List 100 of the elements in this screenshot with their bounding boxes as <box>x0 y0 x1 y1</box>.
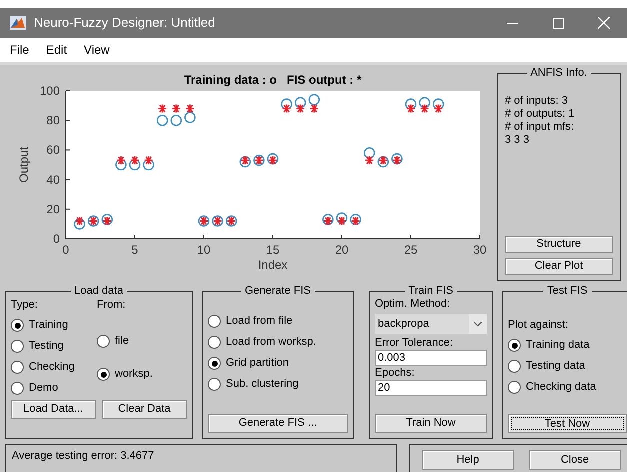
radio-option[interactable]: Load from worksp. <box>208 332 348 353</box>
circle-marker <box>419 97 430 108</box>
asterisk-marker <box>269 156 277 165</box>
test-button[interactable]: Test Now <box>508 414 627 433</box>
tick-label: 5 <box>132 243 138 257</box>
group-title: Test FIS <box>546 285 589 297</box>
circle-marker <box>405 98 417 110</box>
tick-label: 40 <box>46 172 60 187</box>
load-button[interactable]: Load Data... <box>11 400 96 419</box>
circle-marker <box>432 98 444 110</box>
asterisk-marker <box>366 156 374 165</box>
circle-marker <box>240 156 252 168</box>
circle-marker <box>336 212 348 224</box>
circle-marker <box>392 153 403 165</box>
asterisk-marker <box>172 104 180 113</box>
method-label: Optim. Method: <box>375 297 452 311</box>
circle-marker <box>156 114 168 126</box>
plot-against-label: Plot against: <box>508 318 570 333</box>
circle-marker <box>74 218 86 230</box>
maximize-icon <box>552 18 564 28</box>
tolerance-field[interactable]: 0.003 <box>375 350 487 366</box>
method-dropdown[interactable]: backpropa <box>375 314 487 334</box>
circle-marker <box>102 214 114 226</box>
train-button[interactable]: Train Now <box>375 414 487 433</box>
group-title: Train FIS <box>408 285 454 297</box>
y-axis-label: Output <box>17 146 31 184</box>
radio-option[interactable]: Checking <box>11 357 97 378</box>
group-title: ANFIS Info. <box>530 67 588 79</box>
circle-marker <box>267 153 279 165</box>
asterisk-marker <box>379 156 388 165</box>
asterisk-marker <box>241 156 250 165</box>
load-button[interactable]: Clear Data <box>102 400 187 419</box>
asterisk-marker <box>407 104 415 113</box>
group-title: Load data <box>74 285 124 297</box>
panel-button[interactable]: Structure <box>505 236 613 253</box>
asterisk-marker <box>131 156 139 165</box>
circle-marker <box>364 148 376 159</box>
circle-marker <box>294 97 306 108</box>
x-axis-label: Index <box>258 258 288 272</box>
circle-marker <box>308 94 320 106</box>
circle-marker <box>350 214 362 226</box>
asterisk-marker <box>324 217 332 226</box>
circle-marker <box>322 214 334 226</box>
asterisk-marker <box>393 156 402 165</box>
tick-label: 80 <box>46 114 60 128</box>
radio-option[interactable]: Training <box>11 315 97 336</box>
tick-label: 0 <box>62 243 70 257</box>
asterisk-marker <box>282 104 291 113</box>
tick-label: 30 <box>473 243 487 257</box>
asterisk-marker <box>76 217 84 226</box>
menu-item[interactable]: File <box>10 41 30 59</box>
circle-marker <box>378 156 390 168</box>
generate-button[interactable]: Generate FIS ... <box>208 414 348 433</box>
from-label: From: <box>97 298 127 313</box>
status-field: Average testing error: 3.4677 <box>5 444 397 472</box>
radio-option[interactable]: file <box>97 331 130 352</box>
asterisk-marker <box>103 217 112 226</box>
radio-option[interactable]: Testing data <box>508 356 627 377</box>
circle-marker <box>281 98 292 110</box>
epochs-field[interactable]: 20 <box>375 380 487 396</box>
radio-option[interactable]: Testing <box>11 336 97 357</box>
radio-option[interactable]: Demo <box>11 378 97 399</box>
circle-marker <box>129 159 141 171</box>
asterisk-marker <box>144 156 153 165</box>
radio-option[interactable]: Load from file <box>208 311 348 332</box>
asterisk-marker <box>434 104 443 113</box>
tick-label: 100 <box>40 84 60 98</box>
group-title: Generate FIS <box>244 285 312 297</box>
info-text: # of inputs: 3 # of outputs: 1 # of input mfs: 3 3 3 <box>504 95 576 147</box>
epochs-label: Epochs: <box>375 367 416 380</box>
asterisk-marker <box>117 156 126 165</box>
dialog-button[interactable]: Close <box>529 450 621 470</box>
type-label: Type: <box>11 298 39 313</box>
radio-option[interactable]: worksp. <box>97 364 153 385</box>
panel-button[interactable]: Clear Plot <box>505 258 613 275</box>
tolerance-label: Error Tolerance: <box>375 336 454 350</box>
circle-marker <box>170 114 182 126</box>
asterisk-marker <box>296 104 305 113</box>
asterisk-marker <box>310 104 318 113</box>
dialog-button[interactable]: Help <box>422 450 514 470</box>
circle-marker <box>184 112 196 124</box>
minimize-icon <box>506 22 518 24</box>
tick-label: 10 <box>197 243 211 257</box>
menu-item[interactable]: Edit <box>46 41 68 59</box>
tick-label: 60 <box>46 143 60 158</box>
tick-label: 20 <box>46 202 60 216</box>
circle-marker <box>116 159 127 171</box>
circle-marker <box>143 159 154 171</box>
close-icon <box>598 17 610 29</box>
radio-option[interactable]: Sub. clustering <box>208 374 348 395</box>
app-logo-icon <box>10 16 26 30</box>
radio-option[interactable]: Grid partition <box>208 353 348 374</box>
tick-label: 20 <box>335 243 349 257</box>
radio-option[interactable]: Training data <box>508 335 627 356</box>
menu-item[interactable]: View <box>84 41 110 59</box>
asterisk-marker <box>158 104 167 113</box>
tick-label: 15 <box>266 243 280 257</box>
radio-option[interactable]: Checking data <box>508 377 627 398</box>
asterisk-marker <box>420 104 429 113</box>
asterisk-marker <box>186 104 194 113</box>
